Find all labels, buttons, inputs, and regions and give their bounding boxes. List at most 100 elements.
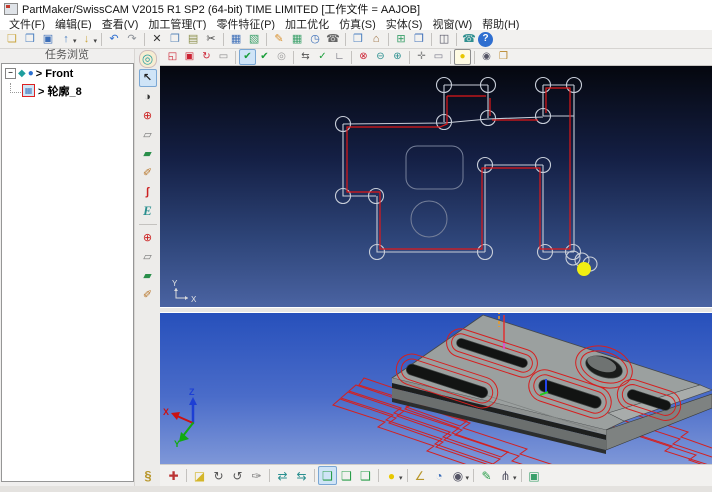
highlight-toggle-icon[interactable]: ● bbox=[454, 49, 471, 65]
svg-text:Z: Z bbox=[189, 387, 195, 397]
iso-view-icon[interactable]: ❑ bbox=[318, 466, 337, 485]
main-toolbar: ❏ ❒ ▣ ↑▾ ↓▾ ↶ ↷ ✕ ❐ ▤ ✂ ▦ ▧ ✎ ▦ ◷ ☎ ❒ ⌂ … bbox=[0, 30, 712, 49]
split-view-icon[interactable]: ◫ bbox=[435, 30, 453, 48]
node-path-icon[interactable]: ∟ bbox=[331, 49, 348, 65]
profile-icon[interactable]: ▰ bbox=[139, 145, 157, 163]
angle-measure-icon[interactable]: ∠ bbox=[411, 466, 430, 485]
simulation-toolbar: ✚ ◪ ↻ ↺ ✑ ⇄ ⇆ ❑ ❑ ❑ ●▾ ∠ ◔ ◉▾ ✎ ⋔▾ ▣ bbox=[160, 464, 712, 486]
text-tool-icon[interactable]: E bbox=[139, 202, 157, 220]
inspect-icon[interactable]: ◉ bbox=[478, 49, 495, 65]
task-browser-header: 任务浏览 bbox=[0, 49, 134, 62]
part-contour bbox=[336, 78, 598, 272]
help-icon[interactable]: ? bbox=[478, 32, 493, 47]
setup-check-icon[interactable]: ✓ bbox=[314, 49, 331, 65]
print-setup-icon[interactable]: ▦ bbox=[227, 30, 245, 48]
pencil-icon[interactable]: ✎ bbox=[477, 466, 496, 485]
viewport-toolbar: ◱ ▣ ↻ ▭ ✔ ✔ ◎ ⇆ ✓ ∟ ⊗ ⊖ ⊕ ✛ ▭ ● ◉ ❒ bbox=[160, 49, 712, 66]
zoom-in-icon[interactable]: ⊕ bbox=[389, 49, 406, 65]
verify-solid-icon[interactable]: ✔ bbox=[256, 49, 273, 65]
pan-icon[interactable]: ✛ bbox=[413, 49, 430, 65]
svg-text:Y: Y bbox=[172, 279, 178, 288]
geometry-toolbar: ◎ ↖ ◑ ⊕ ▱ ▰ ✐ ʃ E ⊕ ▱ ▰ ✐ § bbox=[134, 49, 160, 492]
rotate-ccw-icon[interactable]: ↺ bbox=[228, 466, 247, 485]
right-view-icon[interactable]: ❑ bbox=[356, 466, 375, 485]
left-view-icon[interactable]: ❑ bbox=[337, 466, 356, 485]
render-document-icon[interactable]: ❒ bbox=[495, 49, 512, 65]
edit-document-icon[interactable]: ✎ bbox=[270, 30, 288, 48]
zoom-clear-icon[interactable]: ⊗ bbox=[355, 49, 372, 65]
front-face-globe-icon: ● bbox=[28, 68, 34, 79]
tool-position-marker bbox=[577, 262, 591, 276]
verify-toolpath-icon[interactable]: ✔ bbox=[239, 49, 256, 65]
boundary-nodes2-icon[interactable]: ▱ bbox=[139, 248, 157, 266]
redo-icon[interactable]: ↷ bbox=[123, 30, 141, 48]
tree-node-contour8[interactable]: ▦ > 轮廓_8 bbox=[2, 83, 133, 98]
spring-icon[interactable]: § bbox=[139, 467, 157, 485]
tree-node-front[interactable]: − ◆ ● > Front bbox=[2, 66, 133, 81]
plain-window-icon[interactable]: ▭ bbox=[215, 49, 232, 65]
new-file-icon[interactable]: ❏ bbox=[3, 30, 21, 48]
viewport-3d[interactable]: Z X Y bbox=[160, 313, 712, 464]
tree-node-contour8-label[interactable]: > 轮廓_8 bbox=[38, 83, 82, 99]
paste-icon[interactable]: ▤ bbox=[184, 30, 202, 48]
target-point-icon[interactable]: ⊕ bbox=[139, 107, 157, 125]
axis-indicator-3d: Z X Y bbox=[163, 387, 197, 449]
app-icon bbox=[4, 3, 18, 15]
surface-pen2-icon[interactable]: ✐ bbox=[139, 286, 157, 304]
copy-icon[interactable]: ❐ bbox=[166, 30, 184, 48]
gauge-icon[interactable]: ◔ bbox=[430, 466, 449, 485]
camera-dropdown-icon[interactable]: ▾ bbox=[466, 474, 470, 482]
simulation-view: Z X Y bbox=[160, 313, 712, 464]
cut-icon[interactable]: ✕ bbox=[148, 30, 166, 48]
cycle-time-icon[interactable]: ◷ bbox=[306, 30, 324, 48]
parts-folder-icon[interactable]: ❒ bbox=[349, 30, 367, 48]
select-cursor-icon[interactable]: ↖ bbox=[139, 69, 157, 87]
task-tree[interactable]: − ◆ ● > Front ▦ > 轮廓_8 bbox=[1, 63, 134, 482]
undo-icon[interactable]: ↶ bbox=[105, 30, 123, 48]
windows-grid-icon[interactable]: ⊞ bbox=[392, 30, 410, 48]
title-bar: PartMaker/SwissCAM V2015 R1 SP2 (64-bit)… bbox=[0, 0, 712, 17]
boundary-nodes-icon[interactable]: ▱ bbox=[139, 126, 157, 144]
probe-dropdown-icon[interactable]: ▾ bbox=[513, 474, 517, 482]
collet-icon[interactable]: ◎ bbox=[139, 50, 157, 68]
export-dropdown-icon[interactable]: ▾ bbox=[94, 37, 98, 45]
connection-icon[interactable]: ☎ bbox=[324, 30, 342, 48]
verify-off-icon[interactable]: ◎ bbox=[273, 49, 290, 65]
document-views-icon[interactable]: ❐ bbox=[410, 30, 428, 48]
tree-connector bbox=[10, 83, 21, 93]
target-point2-icon[interactable]: ⊕ bbox=[139, 229, 157, 247]
import-dropdown-icon[interactable]: ▾ bbox=[73, 37, 77, 45]
zoom-window-icon[interactable]: ▭ bbox=[430, 49, 447, 65]
axes-icon[interactable]: ✚ bbox=[164, 466, 183, 485]
svg-text:X: X bbox=[163, 407, 169, 417]
zoom-out-icon[interactable]: ⊖ bbox=[372, 49, 389, 65]
light-dropdown-icon[interactable]: ▾ bbox=[399, 474, 403, 482]
contact-support-icon[interactable]: ☎ bbox=[460, 30, 478, 48]
surface-pen-icon[interactable]: ✐ bbox=[139, 164, 157, 182]
rotate-face-icon[interactable]: ↻ bbox=[198, 49, 215, 65]
viewport-2d[interactable]: Y X bbox=[160, 66, 712, 307]
flip-vertical-icon[interactable]: ⇆ bbox=[292, 466, 311, 485]
datum-icon[interactable]: ◑ bbox=[139, 88, 157, 106]
trim-icon[interactable]: ✂ bbox=[202, 30, 220, 48]
axis-indicator-2d: Y X bbox=[172, 279, 197, 304]
rotate-cw-icon[interactable]: ↻ bbox=[209, 466, 228, 485]
boundary-window-icon[interactable]: ▣ bbox=[181, 49, 198, 65]
erase-icon[interactable]: ◪ bbox=[190, 466, 209, 485]
spline-icon[interactable]: ʃ bbox=[139, 183, 157, 201]
profile2-icon[interactable]: ▰ bbox=[139, 267, 157, 285]
process-table-icon[interactable]: ▦ bbox=[288, 30, 306, 48]
save-file-icon[interactable]: ▣ bbox=[39, 30, 57, 48]
save-image-icon[interactable]: ▧ bbox=[245, 30, 263, 48]
library-icon[interactable]: ⌂ bbox=[367, 30, 385, 48]
swap-path-icon[interactable]: ⇆ bbox=[297, 49, 314, 65]
snapshot-icon[interactable]: ▣ bbox=[525, 466, 544, 485]
flip-horizontal-icon[interactable]: ⇄ bbox=[273, 466, 292, 485]
open-file-icon[interactable]: ❒ bbox=[21, 30, 39, 48]
setup-diamond-icon: ◆ bbox=[18, 68, 26, 79]
tree-expand-toggle[interactable]: − bbox=[5, 68, 16, 79]
task-browser-panel: 任务浏览 − ◆ ● > Front ▦ > 轮廓_8 bbox=[0, 49, 134, 492]
brush-icon[interactable]: ✑ bbox=[247, 466, 266, 485]
tree-node-front-label[interactable]: > Front bbox=[36, 68, 74, 80]
face-window-icon[interactable]: ◱ bbox=[164, 49, 181, 65]
